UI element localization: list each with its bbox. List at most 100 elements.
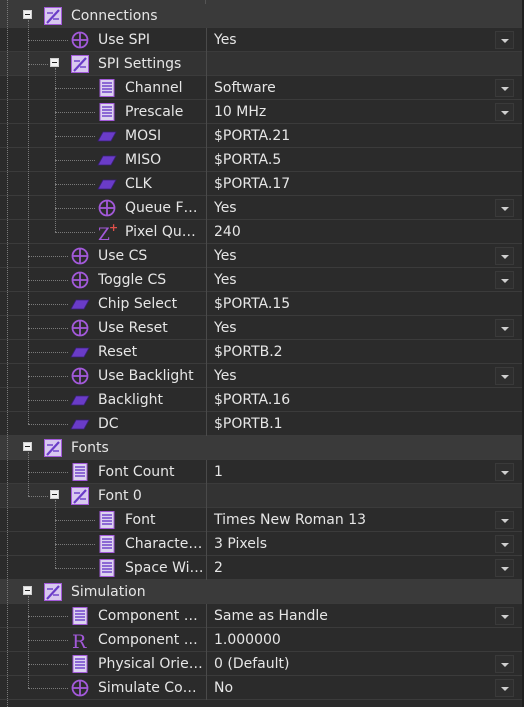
property-value[interactable]: Yes: [214, 196, 237, 220]
tree-guide-line: [55, 160, 95, 161]
property-value[interactable]: Times New Roman 13: [214, 508, 366, 532]
property-row[interactable]: Font Times New Roman 13: [0, 508, 524, 532]
dropdown-arrow-icon[interactable]: [495, 271, 514, 289]
collapse-toggle-icon[interactable]: [50, 490, 59, 499]
property-value[interactable]: Same as Handle: [214, 604, 328, 628]
svg-text:R: R: [72, 631, 87, 650]
property-label: CLK: [125, 176, 152, 192]
property-label: Simulate Com…: [98, 680, 204, 696]
bool-icon: [70, 270, 90, 290]
section-header-simulation[interactable]: Simulation: [0, 580, 524, 604]
column-divider: [206, 28, 207, 52]
property-row[interactable]: Chip Select $PORTA.15: [0, 292, 524, 316]
collapse-toggle-icon[interactable]: [23, 442, 32, 451]
property-row[interactable]: Component L… Same as Handle: [0, 604, 524, 628]
dropdown-arrow-icon[interactable]: [495, 607, 514, 625]
property-value[interactable]: Yes: [214, 268, 237, 292]
property-value[interactable]: 3 Pixels: [214, 532, 267, 556]
property-value[interactable]: $PORTA.21: [214, 124, 290, 148]
section-header-fonts[interactable]: Fonts: [0, 436, 524, 460]
dropdown-arrow-icon[interactable]: [495, 31, 514, 49]
column-divider: [206, 148, 207, 172]
group-header[interactable]: Font 0: [0, 484, 524, 508]
property-row[interactable]: Space Wi… 2: [0, 556, 524, 580]
property-value[interactable]: $PORTA.15: [214, 292, 290, 316]
collapse-toggle-icon[interactable]: [23, 10, 32, 19]
property-value[interactable]: Yes: [214, 28, 237, 52]
property-row[interactable]: Simulate Com… No: [0, 676, 524, 700]
property-value[interactable]: $PORTA.16: [214, 388, 290, 412]
dropdown-arrow-icon[interactable]: [495, 103, 514, 121]
bool-icon: [97, 198, 117, 218]
property-value[interactable]: 1: [214, 460, 223, 484]
collapse-toggle-icon[interactable]: [23, 586, 32, 595]
property-value[interactable]: $PORTB.1: [214, 412, 283, 436]
property-row[interactable]: Reset $PORTB.2: [0, 340, 524, 364]
property-label: Use SPI: [98, 32, 151, 48]
pin-icon: [97, 174, 117, 194]
group-header[interactable]: SPI Settings: [0, 52, 524, 76]
svg-text:+: +: [109, 222, 117, 234]
property-row[interactable]: Physical Orien… 0 (Default): [0, 652, 524, 676]
tree-guide-line: [55, 232, 95, 233]
property-label: Chip Select: [98, 296, 178, 312]
property-row[interactable]: Characte… 3 Pixels: [0, 532, 524, 556]
property-value[interactable]: 2: [214, 556, 223, 580]
dropdown-arrow-icon[interactable]: [495, 79, 514, 97]
tree-guide-line: [28, 400, 68, 401]
dropdown-arrow-icon[interactable]: [495, 535, 514, 553]
property-row[interactable]: Use Backlight Yes: [0, 364, 524, 388]
collapse-toggle-icon[interactable]: [50, 58, 59, 67]
settings-group-icon: [43, 6, 63, 26]
dropdown-arrow-icon[interactable]: [495, 559, 514, 577]
dropdown-arrow-icon[interactable]: [495, 247, 514, 265]
property-row[interactable]: CLK $PORTA.17: [0, 172, 524, 196]
property-value[interactable]: $PORTB.2: [214, 340, 283, 364]
property-row[interactable]: Channel Software: [0, 76, 524, 100]
property-value[interactable]: $PORTA.17: [214, 172, 290, 196]
property-value[interactable]: $PORTA.5: [214, 148, 281, 172]
property-row[interactable]: MOSI $PORTA.21: [0, 124, 524, 148]
property-value[interactable]: 10 MHz: [214, 100, 266, 124]
property-row[interactable]: Use CS Yes: [0, 244, 524, 268]
dropdown-arrow-icon[interactable]: [495, 655, 514, 673]
list-icon: [97, 78, 117, 98]
property-row[interactable]: Use SPI Yes: [0, 28, 524, 52]
property-row[interactable]: DC $PORTB.1: [0, 412, 524, 436]
property-value[interactable]: Software: [214, 76, 276, 100]
property-value[interactable]: Yes: [214, 316, 237, 340]
property-value[interactable]: Yes: [214, 364, 237, 388]
list-icon: [70, 462, 90, 482]
property-row[interactable]: Backlight $PORTA.16: [0, 388, 524, 412]
column-divider: [206, 676, 207, 700]
property-value[interactable]: No: [214, 676, 233, 700]
dropdown-arrow-icon[interactable]: [495, 367, 514, 385]
column-divider: [206, 652, 207, 676]
property-label: Reset: [98, 344, 138, 360]
property-value[interactable]: 0 (Default): [214, 652, 289, 676]
bool-icon: [70, 30, 90, 50]
property-label: Use CS: [98, 248, 148, 264]
property-row[interactable]: Prescale 10 MHz: [0, 100, 524, 124]
dropdown-arrow-icon[interactable]: [495, 199, 514, 217]
property-row[interactable]: Z + Pixel Que… 240: [0, 220, 524, 244]
property-row[interactable]: Font Count 1: [0, 460, 524, 484]
tree-guide-line: [55, 184, 95, 185]
settings-group-icon: [43, 438, 63, 458]
settings-group-icon: [70, 486, 90, 506]
property-value[interactable]: Yes: [214, 244, 237, 268]
property-row[interactable]: Queue F… Yes: [0, 196, 524, 220]
property-row[interactable]: MISO $PORTA.5: [0, 148, 524, 172]
dropdown-arrow-icon[interactable]: [495, 463, 514, 481]
dropdown-arrow-icon[interactable]: [495, 679, 514, 697]
property-row[interactable]: Toggle CS Yes: [0, 268, 524, 292]
property-value[interactable]: 1.000000: [214, 628, 281, 652]
property-row[interactable]: R Component L… 1.000000: [0, 628, 524, 652]
dropdown-arrow-icon[interactable]: [495, 319, 514, 337]
dropdown-arrow-icon[interactable]: [495, 511, 514, 529]
section-header-connections[interactable]: Connections: [0, 4, 524, 28]
property-value[interactable]: 240: [214, 220, 241, 244]
real-icon: R: [70, 630, 90, 650]
property-row[interactable]: Use Reset Yes: [0, 316, 524, 340]
list-icon: [97, 558, 117, 578]
